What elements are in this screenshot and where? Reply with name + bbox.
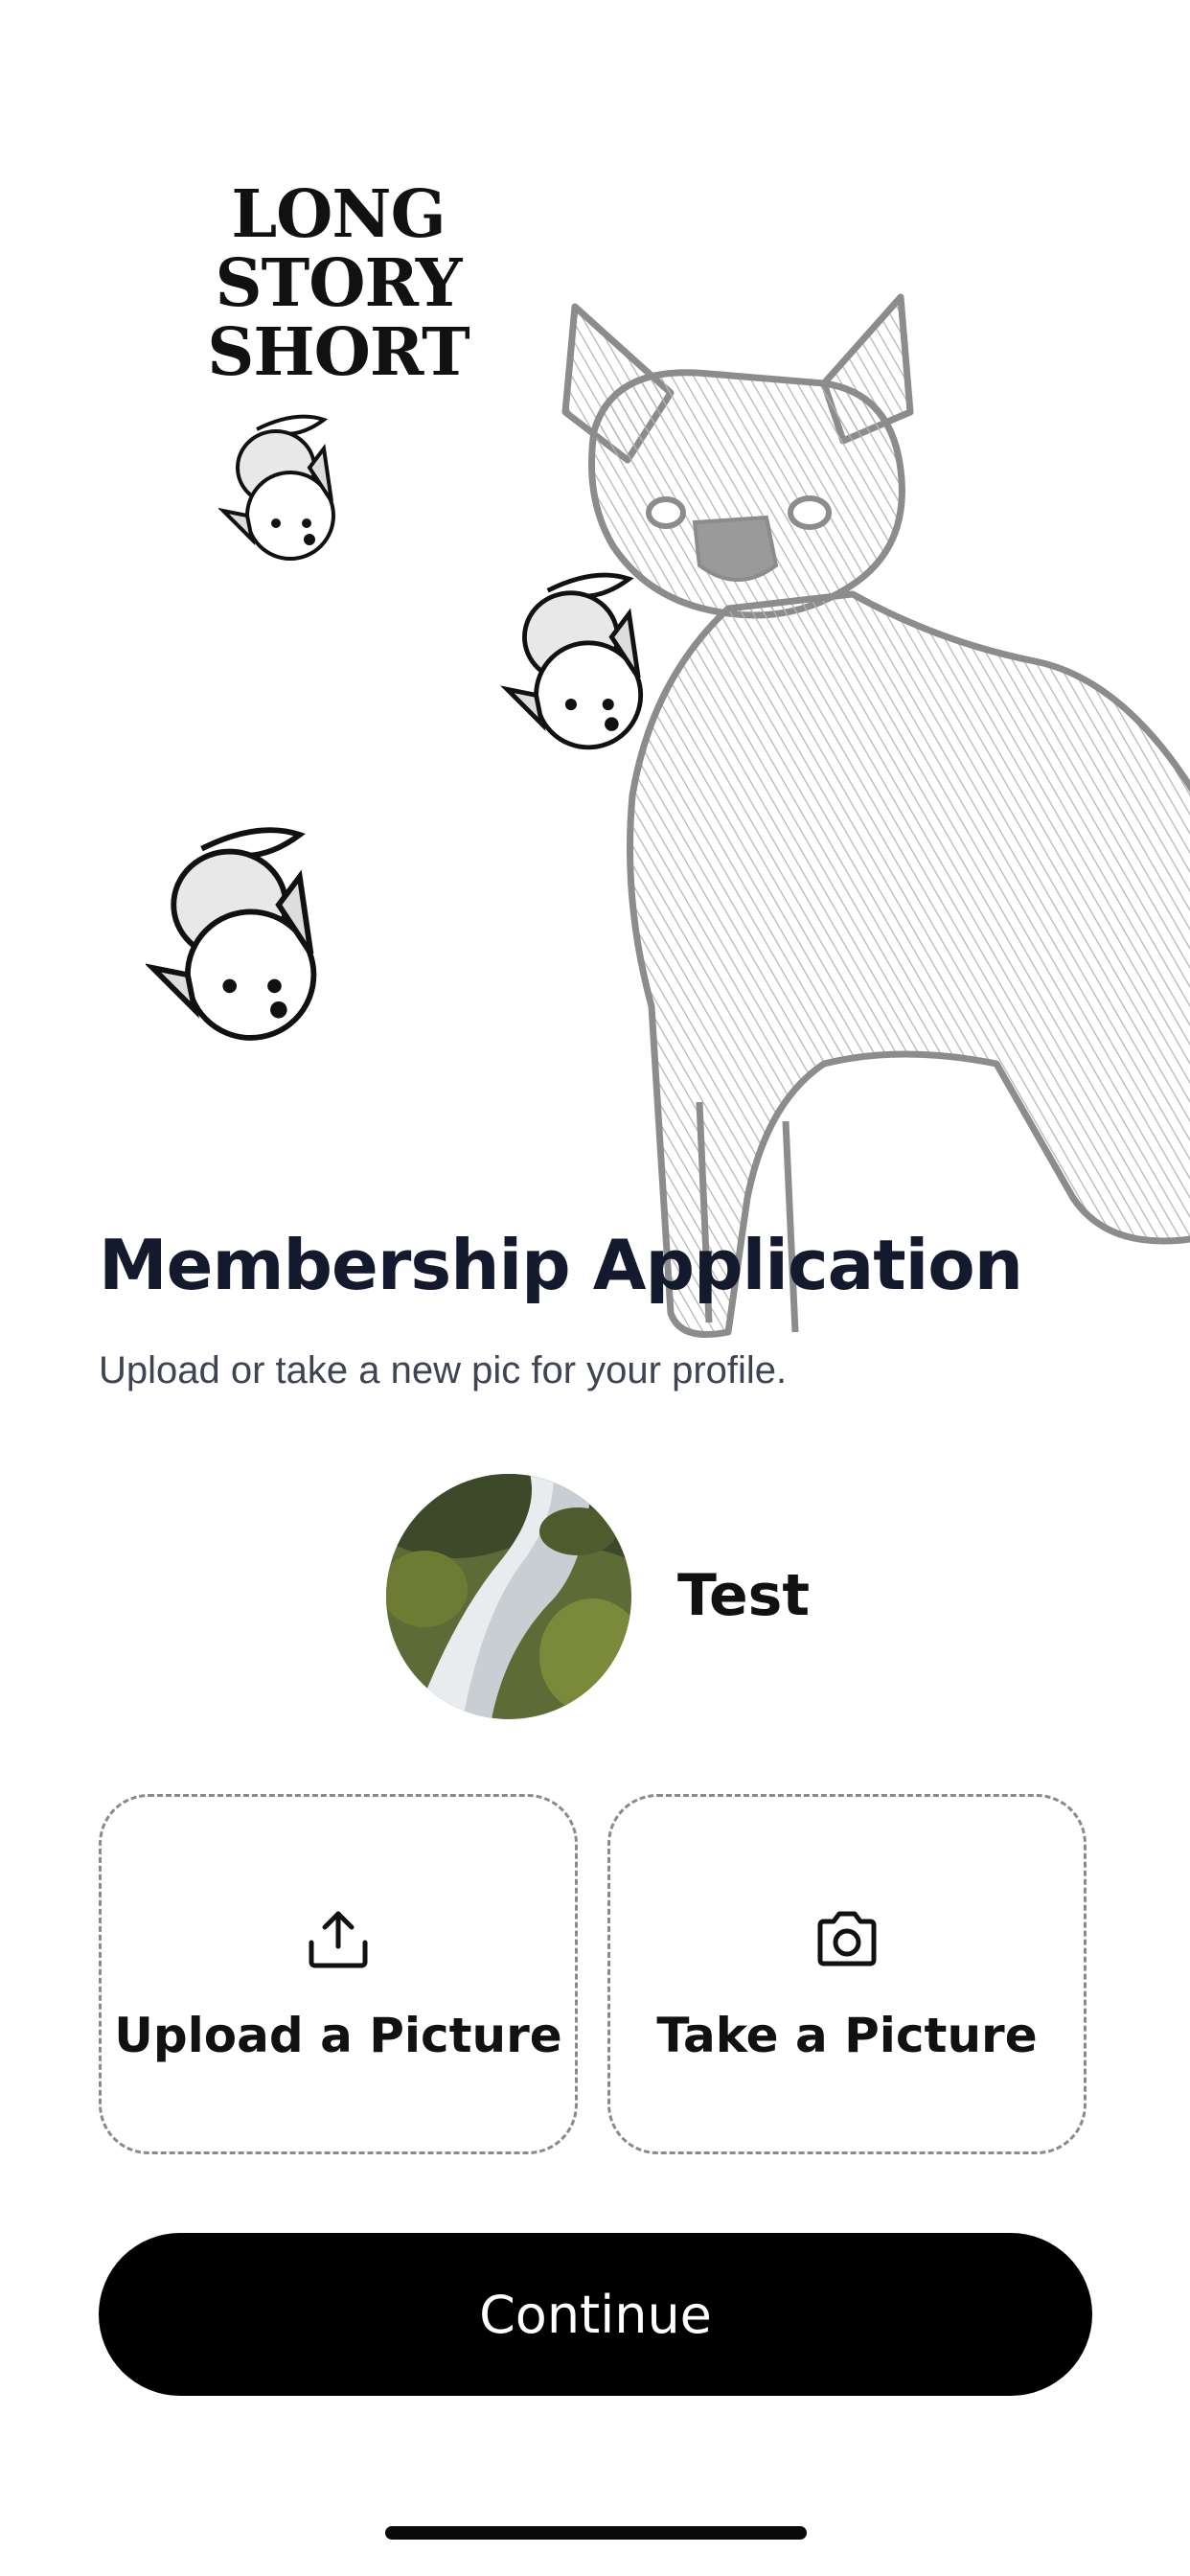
chihuahua-illustration	[561, 293, 1190, 1338]
puppy-illustration-3	[146, 827, 317, 1041]
logo-line-2: SHORT	[207, 314, 470, 391]
page-subtitle: Upload or take a new pic for your profil…	[99, 1349, 788, 1392]
page-title: Membership Application	[99, 1225, 1023, 1305]
home-indicator	[385, 2526, 807, 2540]
puppy-illustration-1	[218, 414, 335, 561]
take-picture-label: Take a Picture	[656, 2008, 1038, 2063]
profile-name: Test	[677, 1562, 811, 1629]
upload-picture-button[interactable]: Upload a Picture	[99, 1794, 578, 2154]
puppy-illustration-2	[500, 572, 644, 750]
take-picture-button[interactable]: Take a Picture	[607, 1794, 1087, 2154]
upload-icon	[309, 1911, 368, 1968]
avatar[interactable]	[386, 1474, 631, 1719]
camera-icon	[817, 1911, 877, 1966]
brand-logo: LONG STORY SHORT	[99, 180, 578, 387]
logo-line-1: LONG STORY	[215, 176, 463, 322]
continue-button[interactable]: Continue	[99, 2233, 1092, 2396]
upload-picture-label: Upload a Picture	[114, 2008, 562, 2063]
waterfall-photo	[386, 1474, 631, 1719]
